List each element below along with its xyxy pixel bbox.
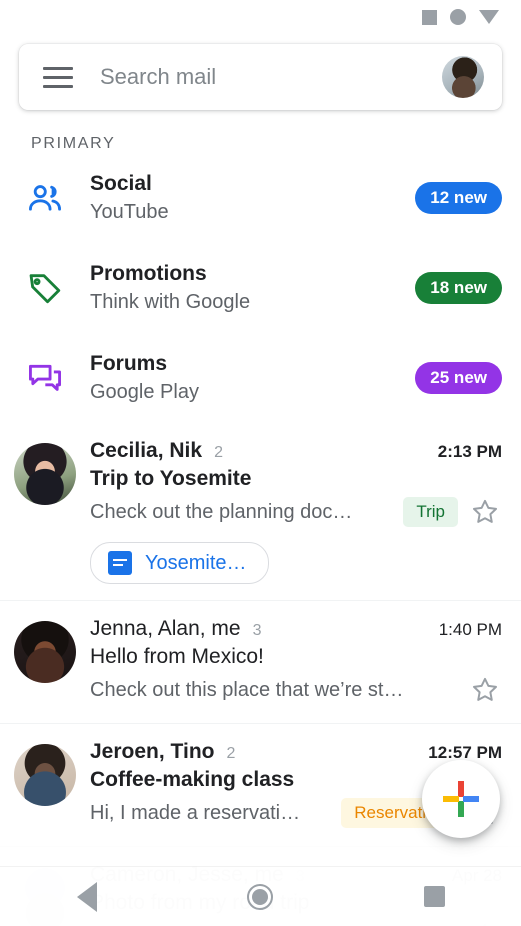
mail-snippet-line: Check out the planning doc… Trip (90, 495, 502, 529)
search-bar[interactable] (19, 44, 502, 110)
tag-icon (0, 269, 90, 307)
category-title: Forums (90, 352, 168, 376)
category-subtitle: YouTube (90, 200, 169, 223)
mail-thread-count: 3 (252, 622, 262, 639)
google-plus-compose-icon (443, 781, 479, 817)
category-row-promotions[interactable]: Promotions Think with Google 18 new (0, 243, 521, 333)
home-circle-icon (247, 883, 274, 910)
status-bar (0, 0, 521, 34)
badge-promotions-new: 18 new (415, 272, 502, 304)
category-text-promotions: Promotions Think with Google (90, 260, 415, 315)
forum-icon (0, 359, 90, 397)
google-docs-icon (108, 551, 132, 575)
circle-icon (450, 9, 466, 25)
mail-thread-count: 2 (226, 745, 236, 762)
back-triangle-icon (76, 881, 97, 912)
avatar (14, 621, 76, 683)
triangle-down-icon (479, 10, 499, 24)
category-subtitle: Think with Google (90, 290, 251, 313)
people-icon (0, 179, 90, 217)
star-icon[interactable] (468, 673, 502, 707)
square-icon (422, 9, 437, 25)
search-input[interactable] (100, 64, 442, 90)
avatar-column (0, 740, 90, 830)
android-nav-bar (0, 866, 521, 926)
mail-header-line: Jeroen, Tino 2 12:57 PM (90, 740, 502, 764)
mail-snippet-line: Check out this place that we’re st… (90, 673, 502, 707)
account-avatar[interactable] (442, 56, 484, 98)
mail-snippet: Hi, I made a reservati… (90, 801, 301, 824)
attachment-chip[interactable]: Yosemite… (90, 542, 269, 584)
nav-back-button[interactable] (50, 867, 124, 926)
gmail-app-screen: PRIMARY Social YouTube 12 new (0, 0, 521, 926)
recents-square-icon (423, 886, 445, 907)
category-text-social: Social YouTube (90, 170, 415, 225)
category-subtitle: Google Play (90, 380, 199, 403)
table-row[interactable]: Jenna, Alan, me 3 1:40 PM Hello from Mex… (0, 600, 521, 723)
mail-body: Jenna, Alan, me 3 1:40 PM Hello from Mex… (90, 617, 502, 707)
badge-forums-new: 25 new (415, 362, 502, 394)
mail-snippet: Check out this place that we’re st… (90, 678, 404, 701)
mail-body: Cecilia, Nik 2 2:13 PM Trip to Yosemite … (90, 439, 502, 584)
mail-thread-count: 2 (214, 444, 223, 461)
star-icon[interactable] (468, 495, 502, 529)
nav-recents-button[interactable] (397, 867, 471, 926)
mail-sender: Jenna, Alan, me (90, 617, 241, 640)
category-title: Promotions (90, 262, 207, 286)
table-row[interactable]: Cecilia, Nik 2 2:13 PM Trip to Yosemite … (0, 423, 521, 600)
section-label-primary: PRIMARY (31, 135, 116, 152)
category-row-social[interactable]: Social YouTube 12 new (0, 153, 521, 243)
mail-subject: Hello from Mexico! (90, 645, 264, 668)
category-row-forums[interactable]: Forums Google Play 25 new (0, 333, 521, 423)
mail-sender: Jeroen, Tino (90, 740, 215, 763)
mail-header-line: Jenna, Alan, me 3 1:40 PM (90, 617, 502, 641)
compose-fab-button[interactable] (422, 760, 500, 838)
avatar (14, 744, 76, 806)
avatar (14, 443, 76, 505)
search-bar-container (0, 34, 521, 110)
mail-header-line: Cecilia, Nik 2 2:13 PM (90, 439, 502, 463)
avatar-column (0, 617, 90, 707)
nav-home-button[interactable] (223, 867, 297, 926)
badge-social-new: 12 new (415, 182, 502, 214)
attachment-name: Yosemite… (145, 551, 247, 574)
mail-sender: Cecilia, Nik (90, 439, 203, 462)
hamburger-menu-icon[interactable] (43, 66, 73, 88)
mail-time: 1:40 PM (438, 620, 502, 639)
avatar-column (0, 439, 90, 584)
category-text-forums: Forums Google Play (90, 350, 415, 405)
mail-subject: Trip to Yosemite (90, 467, 252, 490)
category-title: Social (90, 172, 152, 196)
mail-time: 2:13 PM (437, 442, 502, 461)
status-badge[interactable]: Trip (403, 497, 458, 527)
mail-snippet: Check out the planning doc… (90, 500, 353, 523)
